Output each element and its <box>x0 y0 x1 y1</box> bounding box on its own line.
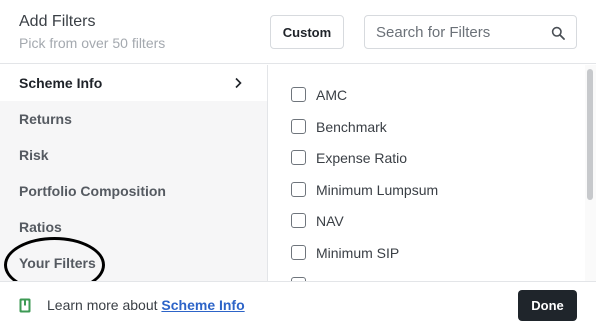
filter-option-label: Benchmark <box>316 119 387 135</box>
learn-more-link[interactable]: Scheme Info <box>161 297 244 313</box>
sidebar-item-label: Scheme Info <box>19 75 103 91</box>
checkbox[interactable] <box>291 182 306 197</box>
dialog-header: Add Filters Pick from over 50 filters Cu… <box>0 0 596 64</box>
sidebar-item-label: Returns <box>19 111 72 127</box>
checkbox[interactable] <box>291 213 306 228</box>
checkbox[interactable] <box>291 150 306 165</box>
book-icon <box>19 298 31 313</box>
sidebar-item-scheme-info[interactable]: Scheme Info <box>0 65 267 101</box>
dialog-footer: Learn more about Scheme Info Done <box>0 281 596 328</box>
checkbox[interactable] <box>291 119 306 134</box>
scrollbar-thumb[interactable] <box>587 69 593 200</box>
learn-more-text: Learn more about Scheme Info <box>47 297 245 313</box>
dialog-subtitle: Pick from over 50 filters <box>19 35 166 51</box>
sidebar-item-returns[interactable]: Returns <box>0 101 267 137</box>
filter-option-label: AMC <box>316 87 348 103</box>
filter-option-label: NAV <box>316 213 344 229</box>
filter-option-label: Expense Ratio <box>316 150 408 166</box>
learn-more-prefix: Learn more about <box>47 297 162 313</box>
search-icon[interactable] <box>551 26 565 40</box>
done-button[interactable]: Done <box>518 290 577 321</box>
chevron-right-icon <box>235 77 242 89</box>
sidebar-item-label: Ratios <box>19 219 62 235</box>
custom-button[interactable]: Custom <box>270 15 344 49</box>
checkbox[interactable] <box>291 87 306 102</box>
sidebar-item-label: Risk <box>19 147 49 163</box>
sidebar-item-portfolio-composition[interactable]: Portfolio Composition <box>0 173 267 209</box>
dialog-title: Add Filters <box>19 13 96 30</box>
filter-options-list: AMC Benchmark Expense Ratio Minimum Lump… <box>268 65 596 281</box>
filter-option-label: Minimum SIP <box>316 245 400 261</box>
checkbox[interactable] <box>291 245 306 260</box>
sidebar-item-risk[interactable]: Risk <box>0 137 267 173</box>
sidebar-item-label: Portfolio Composition <box>19 183 166 199</box>
search-placeholder: Search for Filters <box>376 24 491 41</box>
search-input[interactable]: Search for Filters <box>364 15 577 49</box>
filter-option-label: Minimum Lumpsum <box>316 182 439 198</box>
